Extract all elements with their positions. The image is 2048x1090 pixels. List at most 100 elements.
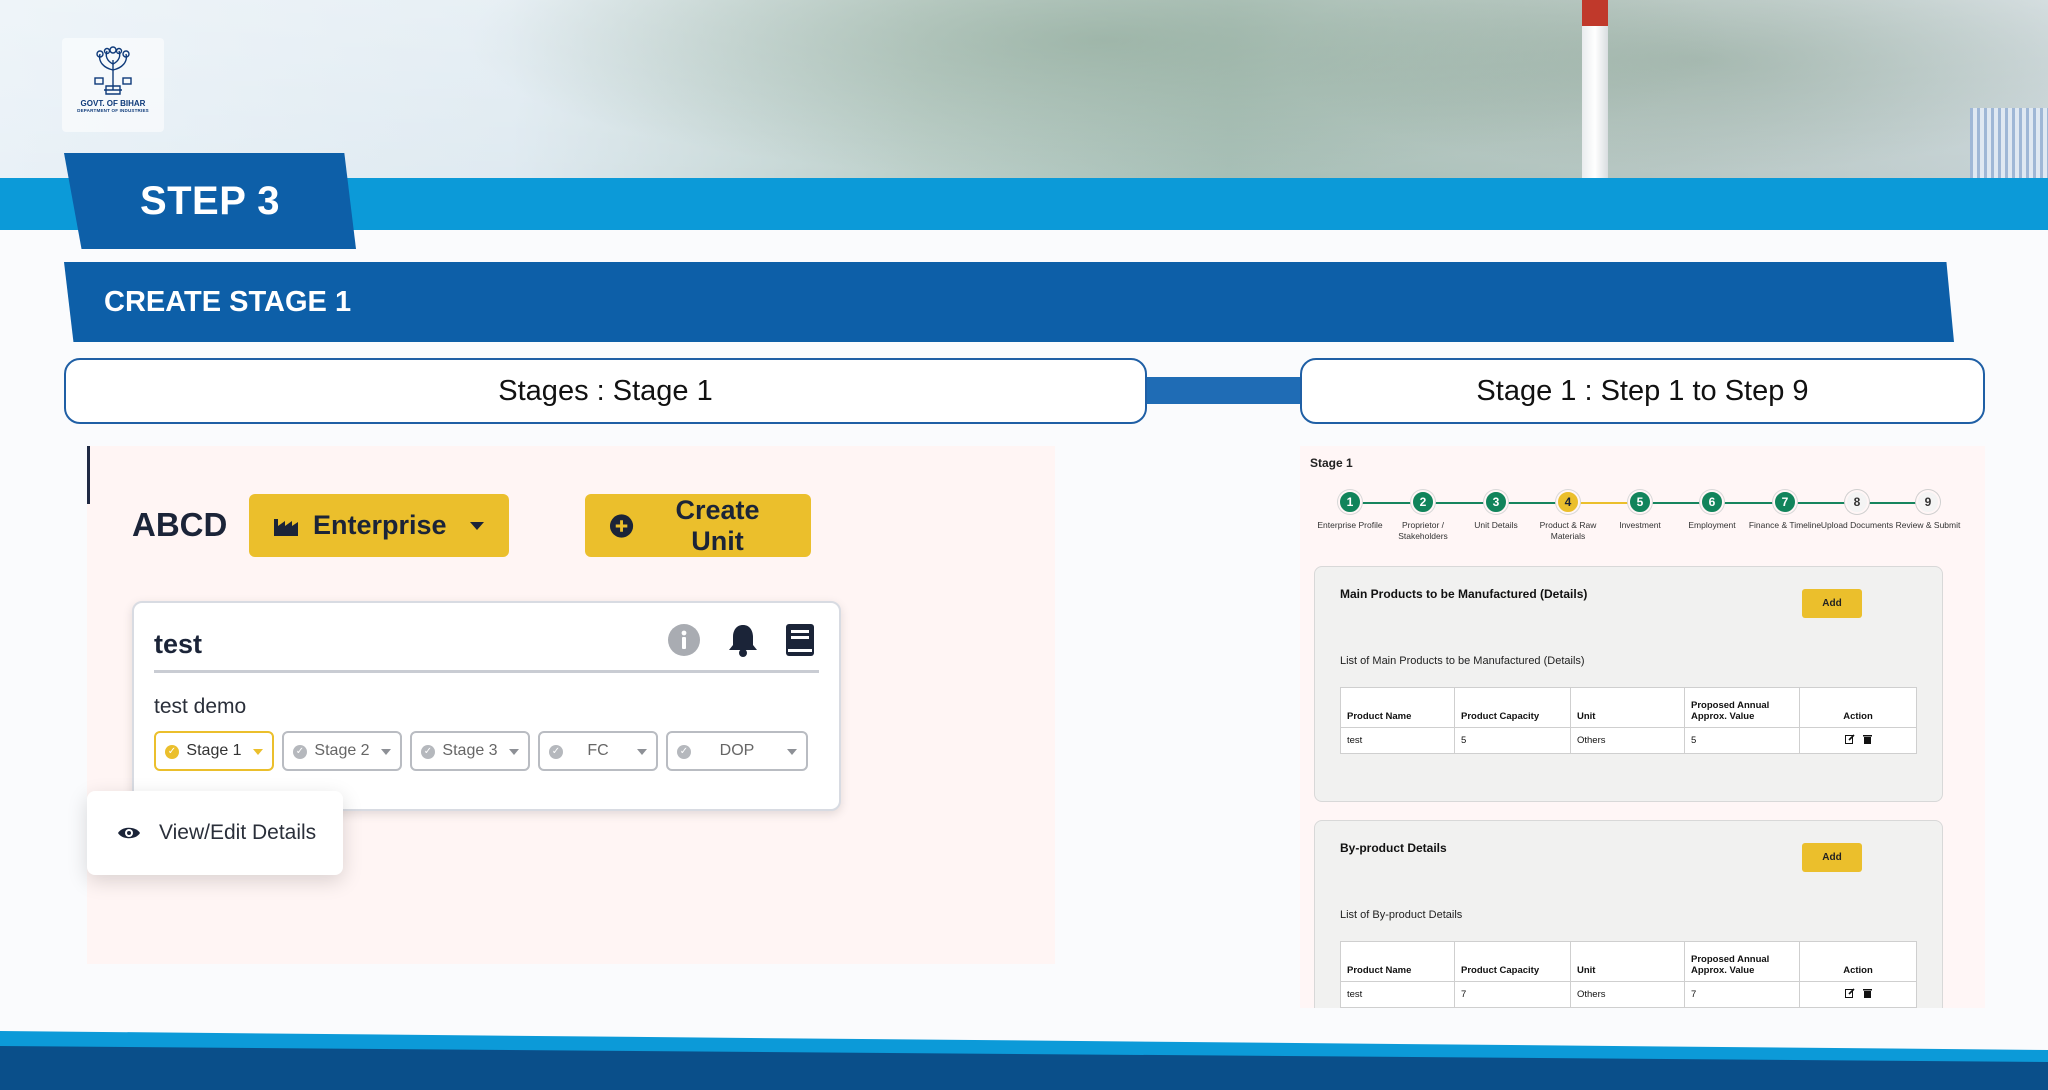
- column-header: Product Name: [1340, 687, 1455, 728]
- main-products-panel: Main Products to be Manufactured (Detail…: [1314, 566, 1943, 802]
- stage-chip-label: FC: [587, 741, 609, 759]
- step-item-1[interactable]: 1 Enterprise Profile: [1310, 490, 1390, 531]
- stages-pill: Stages : Stage 1: [64, 358, 1147, 424]
- card-divider: [154, 670, 819, 673]
- eye-icon: [118, 827, 140, 839]
- bell-icon[interactable]: [727, 623, 759, 657]
- edit-icon[interactable]: [1844, 734, 1855, 744]
- stages-pill-label: Stages : Stage 1: [498, 374, 713, 407]
- step-label: Investment: [1619, 520, 1661, 530]
- edit-icon[interactable]: [1844, 988, 1855, 998]
- step-label: Upload Documents: [1820, 520, 1894, 530]
- stage-chip-dop[interactable]: ✓ DOP: [666, 731, 808, 771]
- enterprise-dropdown-button[interactable]: Enterprise: [249, 494, 509, 557]
- step-progress: 1 Enterprise Profile 2 Proprietor / Stak…: [1300, 490, 1985, 550]
- column-header: Product Capacity: [1454, 687, 1571, 728]
- step-item-8[interactable]: 8 Upload Documents: [1817, 490, 1897, 531]
- step-dot: 1: [1338, 490, 1362, 514]
- stage-chip-label: DOP: [719, 741, 755, 759]
- table-row: test 7 Others 7: [1340, 981, 1917, 1008]
- step-label: Enterprise Profile: [1317, 520, 1383, 530]
- steps-pill: Stage 1 : Step 1 to Step 9: [1300, 358, 1985, 424]
- create-unit-button[interactable]: Create Unit: [585, 494, 811, 557]
- step-item-7[interactable]: 7 Finance & Timeline: [1745, 490, 1825, 531]
- header-banner: [0, 0, 2048, 178]
- section-title: CREATE STAGE 1: [104, 285, 352, 318]
- stage-form-screenshot: Stage 1 1 Enterprise Profile 2 Proprieto…: [1300, 446, 1985, 1008]
- step-item-4[interactable]: 4 Product & Raw Materials: [1528, 490, 1608, 543]
- step-item-2[interactable]: 2 Proprietor / Stakeholders: [1383, 490, 1463, 543]
- add-main-product-button[interactable]: Add: [1802, 589, 1862, 618]
- steps-pill-label: Stage 1 : Step 1 to Step 9: [1476, 374, 1809, 407]
- unit-card-title: test: [154, 629, 203, 659]
- main-products-heading: Main Products to be Manufactured (Detail…: [1340, 587, 1588, 601]
- caret-down-icon: [469, 521, 484, 530]
- by-products-panel: By-product Details Add List of By-produc…: [1314, 820, 1943, 1008]
- step-dot: 8: [1845, 490, 1869, 514]
- main-products-list-title: List of Main Products to be Manufactured…: [1340, 655, 1585, 667]
- check-icon: ✓: [165, 745, 179, 759]
- step-label: Finance & Timeline: [1748, 520, 1822, 530]
- check-icon: ✓: [549, 745, 563, 759]
- stage-selector: ✓ Stage 1 ✓ Stage 2 ✓ Stage 3 ✓ FC ✓ DOP: [154, 731, 808, 771]
- step-item-3[interactable]: 3 Unit Details: [1456, 490, 1536, 531]
- dashboard-screenshot: ABCD Enterprise Create Unit test test de…: [87, 446, 1055, 964]
- step-label: STEP 3: [139, 178, 281, 223]
- step-dot: 3: [1484, 490, 1508, 514]
- chimney-graphic: [1582, 0, 1608, 178]
- step-dot: 2: [1411, 490, 1435, 514]
- step-item-5[interactable]: 5 Investment: [1600, 490, 1680, 531]
- logo-title: GOVT. OF BIHAR: [80, 99, 146, 108]
- by-products-table: Product Name Product Capacity Unit Propo…: [1340, 941, 1917, 1008]
- step-dot: 9: [1916, 490, 1940, 514]
- row-actions: [1799, 727, 1917, 754]
- view-edit-details-menu-item[interactable]: View/Edit Details: [87, 791, 343, 875]
- caret-down-icon: [787, 749, 797, 755]
- stage-chip-label: Stage 2: [314, 741, 370, 759]
- stage-chip-stage-2[interactable]: ✓ Stage 2: [282, 731, 402, 771]
- step-item-9[interactable]: 9 Review & Submit: [1888, 490, 1968, 531]
- step-dot: 4: [1556, 490, 1580, 514]
- column-header: Action: [1799, 941, 1917, 982]
- view-edit-details-label: View/Edit Details: [159, 821, 317, 844]
- book-icon[interactable]: [785, 623, 815, 657]
- step-label: Review & Submit: [1895, 520, 1961, 530]
- unit-card-description: test demo: [154, 695, 247, 718]
- table-cell: 7: [1454, 981, 1571, 1008]
- info-icon[interactable]: [667, 623, 701, 657]
- stage-chip-fc[interactable]: ✓ FC: [538, 731, 658, 771]
- step-label: Employment: [1688, 520, 1736, 530]
- check-icon: ✓: [677, 745, 691, 759]
- check-icon: ✓: [421, 745, 435, 759]
- delete-icon[interactable]: [1862, 988, 1872, 998]
- column-header: Action: [1799, 687, 1917, 728]
- card-actions: [667, 623, 815, 657]
- table-cell: Others: [1570, 981, 1685, 1008]
- step-label: Product & Raw Materials: [1539, 520, 1597, 542]
- column-header: Proposed Annual Approx. Value: [1684, 941, 1800, 982]
- sidebar-edge: [87, 446, 90, 504]
- unit-card: test test demo ✓ Stage 1 ✓ Stage 2 ✓ Sta…: [132, 601, 841, 811]
- factory-icon: [274, 518, 298, 536]
- landscape-photo: [0, 0, 2048, 178]
- stage-chip-stage-1[interactable]: ✓ Stage 1: [154, 731, 274, 771]
- caret-down-icon: [509, 749, 519, 755]
- govt-bihar-logo: GOVT. OF BIHAR DEPARTMENT OF INDUSTRIES: [62, 38, 164, 132]
- caret-down-icon: [253, 749, 263, 755]
- by-products-heading: By-product Details: [1340, 841, 1447, 855]
- delete-icon[interactable]: [1862, 734, 1872, 744]
- column-header: Product Name: [1340, 941, 1455, 982]
- step-dot: 7: [1773, 490, 1797, 514]
- step-tab: STEP 3: [64, 153, 356, 249]
- create-unit-label: Create Unit: [675, 494, 760, 556]
- stage-chip-stage-3[interactable]: ✓ Stage 3: [410, 731, 530, 771]
- table-cell: 5: [1454, 727, 1571, 754]
- stage-chip-label: Stage 1: [186, 741, 242, 759]
- step-label: Proprietor / Stakeholders: [1398, 520, 1448, 542]
- logo-subtitle: DEPARTMENT OF INDUSTRIES: [77, 108, 149, 113]
- column-header: Unit: [1570, 941, 1685, 982]
- add-by-product-button[interactable]: Add: [1802, 843, 1862, 872]
- table-cell: test: [1340, 727, 1455, 754]
- form-title: Stage 1: [1310, 456, 1353, 470]
- step-item-6[interactable]: 6 Employment: [1672, 490, 1752, 531]
